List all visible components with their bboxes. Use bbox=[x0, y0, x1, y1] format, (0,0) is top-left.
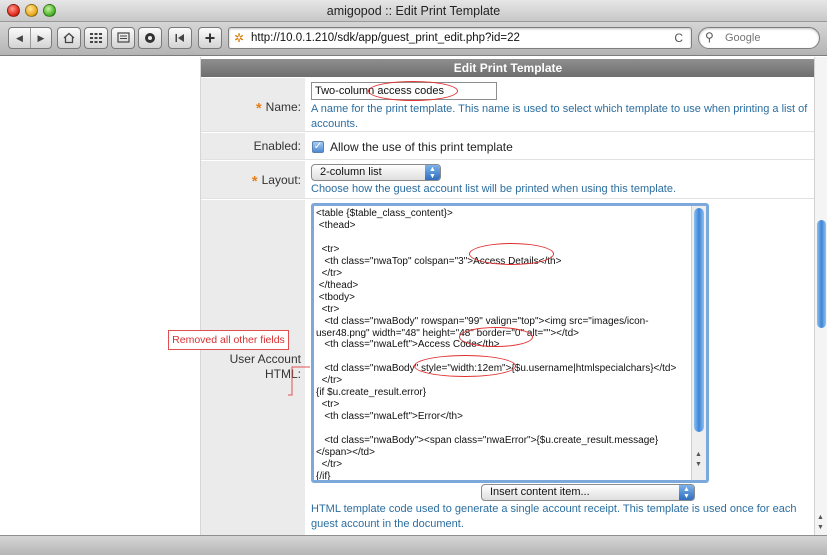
url-text: http://10.0.1.210/sdk/app/guest_print_ed… bbox=[251, 32, 520, 44]
page-scrollbar[interactable]: ▲ ▼ bbox=[814, 57, 827, 535]
toggle-button[interactable] bbox=[138, 27, 162, 49]
layout-select[interactable]: 2-column list ▲ ▼ bbox=[311, 164, 441, 181]
toggle-circle-icon bbox=[145, 33, 155, 43]
forward-arrow-icon[interactable]: ▶ bbox=[30, 28, 51, 48]
search-input[interactable] bbox=[723, 31, 813, 45]
name-label: * Name: bbox=[255, 100, 301, 117]
enabled-label-cell: Enabled: bbox=[201, 133, 305, 159]
layout-row: * Layout: 2-column list ▲ ▼ Choose how the… bbox=[201, 161, 815, 199]
scroll-up-arrow-icon[interactable]: ▲ bbox=[695, 451, 702, 458]
select-arrows-icon: ▲ ▼ bbox=[425, 165, 440, 180]
back-arrow-icon[interactable]: ◀ bbox=[9, 28, 30, 48]
annotation-connector bbox=[288, 366, 310, 396]
code-scroll-thumb[interactable] bbox=[694, 208, 704, 432]
scroll-down-arrow-icon[interactable]: ▼ bbox=[817, 524, 824, 531]
scroll-up-arrow-icon[interactable]: ▲ bbox=[817, 514, 824, 521]
reload-icon[interactable]: C bbox=[674, 31, 683, 45]
top-sites-button[interactable] bbox=[84, 27, 108, 49]
edit-print-template-panel: Edit Print Template * Name: Two-column ac… bbox=[200, 57, 815, 535]
highlight-ellipse bbox=[469, 243, 554, 265]
add-bookmark-button[interactable] bbox=[198, 27, 222, 49]
left-margin bbox=[0, 57, 200, 535]
code-editor-scrollbar[interactable]: ▲ ▼ bbox=[691, 206, 706, 480]
page-content: Edit Print Template * Name: Two-column ac… bbox=[0, 57, 827, 535]
plus-icon bbox=[205, 33, 215, 43]
name-row: * Name: Two-column access codes A name fo… bbox=[201, 78, 815, 132]
enabled-checkbox[interactable]: ✓ bbox=[312, 141, 324, 153]
required-asterisk-icon: * bbox=[251, 173, 258, 190]
highlight-ellipse bbox=[414, 355, 516, 377]
name-label-cell: * Name: bbox=[201, 78, 305, 131]
highlight-ellipse bbox=[459, 327, 533, 347]
layout-label: * Layout: bbox=[251, 173, 301, 190]
rewind-button[interactable] bbox=[168, 27, 192, 49]
status-bar bbox=[0, 535, 827, 555]
enabled-row: Enabled: ✓ Allow the use of this print t… bbox=[201, 133, 815, 160]
address-bar[interactable]: ✲ http://10.0.1.210/sdk/app/guest_print_… bbox=[228, 27, 692, 49]
layout-help-text: Choose how the guest account list will b… bbox=[311, 183, 677, 195]
insert-content-select[interactable]: Insert content item... ▲ ▼ bbox=[481, 484, 695, 501]
grid-icon bbox=[90, 33, 102, 43]
home-button[interactable] bbox=[57, 27, 81, 49]
select-arrows-icon: ▲ ▼ bbox=[679, 485, 694, 500]
name-help-text: A name for the print template. This name… bbox=[311, 103, 808, 130]
layout-select-value: 2-column list bbox=[320, 166, 382, 178]
annotation-callout: Removed all other fields bbox=[168, 330, 289, 350]
window-title-bar: amigopod :: Edit Print Template bbox=[0, 0, 827, 22]
scroll-down-arrow-icon[interactable]: ▼ bbox=[695, 461, 702, 468]
highlight-ellipse bbox=[368, 81, 458, 101]
insert-content-select-value: Insert content item... bbox=[490, 486, 590, 498]
layout-label-cell: * Layout: bbox=[201, 161, 305, 198]
search-icon: ⚲ bbox=[705, 30, 714, 44]
required-asterisk-icon: * bbox=[255, 100, 262, 117]
enabled-checkbox-label: Allow the use of this print template bbox=[330, 140, 513, 154]
window-title: amigopod :: Edit Print Template bbox=[326, 4, 501, 18]
browser-toolbar: ◀ ▶ ✲ http://10.0.1.210/sdk/app/guest_pr… bbox=[0, 22, 827, 56]
home-icon bbox=[63, 32, 75, 44]
rewind-icon bbox=[175, 34, 184, 42]
site-favicon-icon: ✲ bbox=[234, 31, 245, 45]
page-scroll-thumb[interactable] bbox=[817, 220, 826, 328]
panel-title: Edit Print Template bbox=[201, 59, 815, 77]
html-help-text: HTML template code used to generate a si… bbox=[311, 503, 797, 530]
back-forward-buttons: ◀ ▶ bbox=[8, 27, 52, 49]
reader-button[interactable] bbox=[111, 27, 135, 49]
enabled-label: Enabled: bbox=[253, 139, 301, 153]
reader-icon bbox=[116, 32, 130, 43]
search-field[interactable]: ⚲ bbox=[698, 27, 820, 49]
